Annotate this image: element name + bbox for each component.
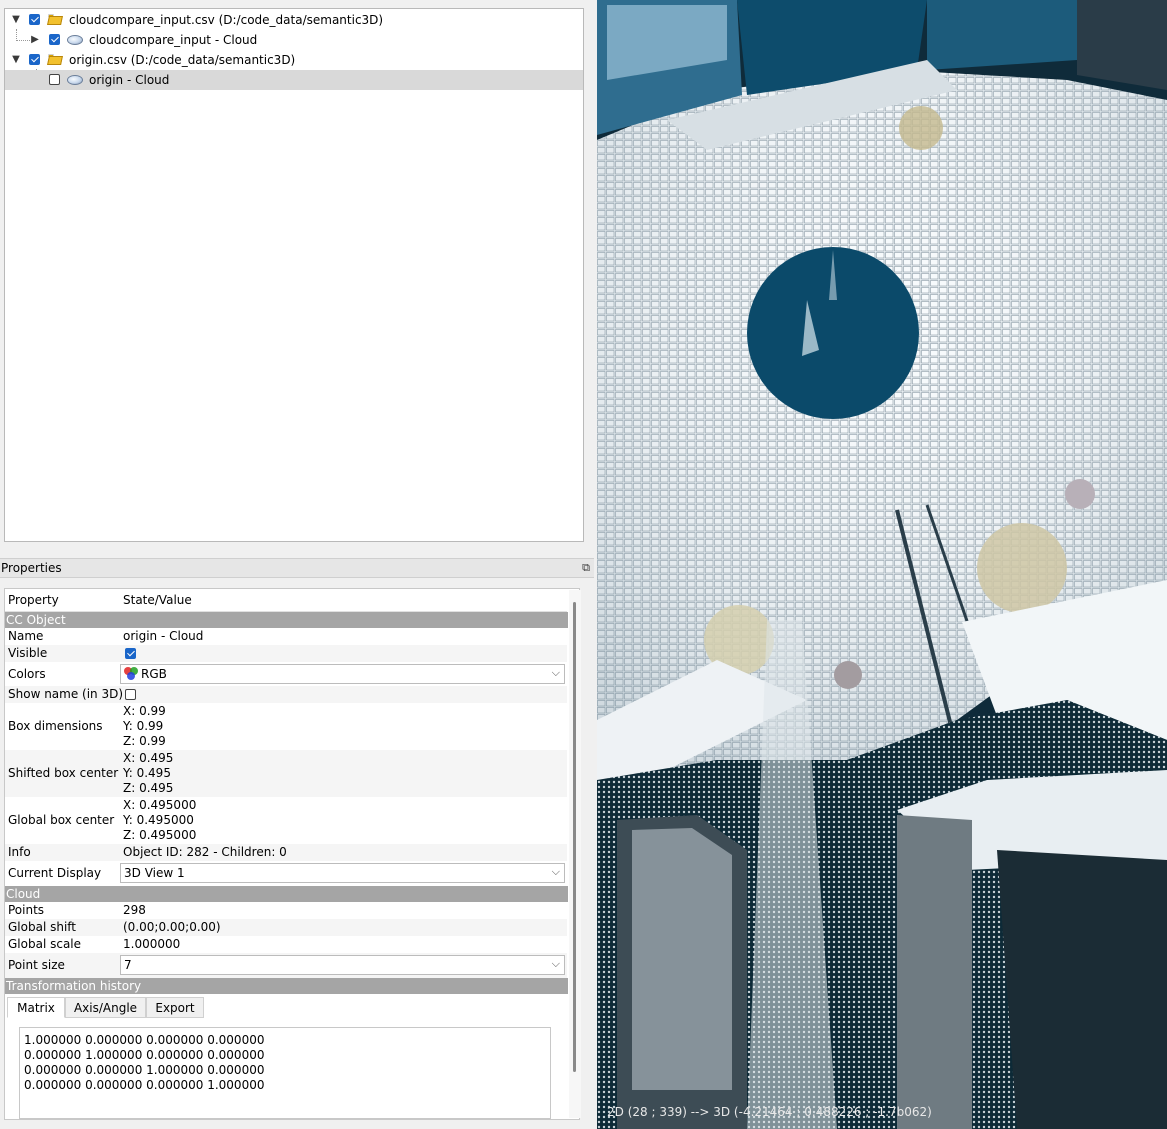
row-label: Global shift — [8, 920, 77, 934]
tree-item-label: cloudcompare_input.csv (D:/code_data/sem… — [69, 13, 384, 27]
row-label: Current Display — [8, 866, 102, 880]
colors-combo[interactable]: RGB ⌵ — [120, 664, 565, 684]
table-row: Global box center X: 0.495000 Y: 0.49500… — [5, 797, 567, 844]
global-center-x: X: 0.495000 — [123, 798, 197, 812]
points-value: 298 — [123, 903, 146, 917]
tab-matrix[interactable]: Matrix — [7, 997, 65, 1018]
tree-item-label: origin - Cloud — [89, 73, 170, 87]
row-label: Global scale — [8, 937, 82, 951]
properties-title-text: Properties — [1, 561, 62, 575]
table-row: Point size 7 ⌵ — [5, 953, 567, 978]
tree-item-cloudcompare-input-cloud[interactable]: ▶ cloudcompare_input - Cloud — [5, 30, 583, 50]
chevron-down-icon: ⌵ — [551, 666, 560, 679]
global-center-z: Z: 0.495000 — [123, 828, 197, 842]
scrollbar-thumb[interactable] — [573, 602, 576, 1072]
header-property[interactable]: Property — [8, 589, 59, 611]
table-header: Property State/Value — [5, 589, 567, 612]
row-label: Shifted box center — [8, 766, 119, 780]
row-label: Point size — [8, 958, 65, 972]
name-value[interactable]: origin - Cloud — [123, 628, 203, 645]
tab-export[interactable]: Export — [146, 997, 204, 1018]
3d-view[interactable]: 2D (28 ; 339) --> 3D (-4.21464 ; 0.48822… — [597, 0, 1167, 1129]
tab-axis-angle[interactable]: Axis/Angle — [65, 997, 146, 1018]
section-cc-object: CC Object — [5, 612, 568, 628]
table-row: Global scale 1.000000 — [5, 936, 567, 953]
box-dim-x: X: 0.99 — [123, 704, 166, 718]
table-row: Name origin - Cloud — [5, 628, 567, 645]
row-label: Info — [8, 845, 31, 859]
table-row: Info Object ID: 282 - Children: 0 — [5, 844, 567, 861]
chevron-down-icon: ⌵ — [551, 865, 560, 878]
matrix-row: 0.000000 0.000000 0.000000 1.000000 — [24, 1078, 265, 1092]
expand-right-icon[interactable]: ▶ — [30, 35, 40, 45]
chevron-down-icon: ⌵ — [551, 957, 560, 970]
matrix-row: 0.000000 1.000000 0.000000 0.000000 — [24, 1048, 265, 1062]
transformation-tabs: Matrix Axis/Angle Export — [7, 997, 567, 1019]
tree-item-label: cloudcompare_input - Cloud — [89, 33, 258, 47]
section-transformation-history: Transformation history — [5, 978, 568, 994]
matrix-row: 0.000000 0.000000 1.000000 0.000000 — [24, 1063, 265, 1077]
info-value: Object ID: 282 - Children: 0 — [123, 845, 287, 859]
row-label: Visible — [8, 646, 48, 660]
visible-checkbox[interactable] — [125, 648, 136, 659]
expand-down-icon[interactable]: ▼ — [11, 55, 21, 65]
section-cloud: Cloud — [5, 886, 568, 902]
rgb-icon — [124, 667, 138, 681]
point-cloud-render[interactable] — [597, 0, 1167, 1129]
header-value[interactable]: State/Value — [123, 589, 192, 611]
table-row: Current Display 3D View 1 ⌵ — [5, 861, 567, 885]
global-center-y: Y: 0.495000 — [123, 813, 194, 827]
properties-table[interactable]: Property State/Value CC Object Name orig… — [4, 588, 580, 1120]
row-label: Points — [8, 903, 45, 917]
box-dim-z: Z: 0.99 — [123, 734, 166, 748]
point-cloud-icon — [67, 35, 83, 45]
matrix-row: 1.000000 0.000000 0.000000 0.000000 — [24, 1033, 265, 1047]
expand-down-icon[interactable]: ▼ — [11, 15, 21, 25]
tree-item-origin-csv[interactable]: ▼ origin.csv (D:/code_data/semantic3D) — [5, 50, 583, 70]
current-display-value: 3D View 1 — [124, 866, 185, 880]
db-tree[interactable]: ▼ cloudcompare_input.csv (D:/code_data/s… — [4, 8, 584, 542]
table-row: Show name (in 3D) — [5, 686, 567, 703]
left-panel: ▼ cloudcompare_input.csv (D:/code_data/s… — [0, 0, 597, 1129]
row-label: Colors — [8, 667, 46, 681]
table-row: Visible — [5, 645, 567, 662]
current-display-combo[interactable]: 3D View 1 ⌵ — [120, 863, 565, 883]
tree-item-cloudcompare-input-csv[interactable]: ▼ cloudcompare_input.csv (D:/code_data/s… — [5, 10, 583, 30]
folder-icon — [47, 54, 63, 65]
colors-value: RGB — [141, 667, 167, 681]
table-row: Global shift (0.00;0.00;0.00) — [5, 919, 567, 936]
row-label: Show name (in 3D) — [8, 687, 124, 701]
table-row: Shifted box center X: 0.495 Y: 0.495 Z: … — [5, 750, 567, 797]
properties-scrollbar[interactable] — [569, 590, 581, 1118]
shifted-center-x: X: 0.495 — [123, 751, 174, 765]
visibility-checkbox[interactable] — [29, 54, 40, 65]
table-row: Points 298 — [5, 902, 567, 919]
table-row: Box dimensions X: 0.99 Y: 0.99 Z: 0.99 — [5, 703, 567, 750]
tree-item-label: origin.csv (D:/code_data/semantic3D) — [69, 53, 296, 67]
folder-icon — [47, 14, 63, 25]
shifted-center-y: Y: 0.495 — [123, 766, 171, 780]
point-cloud-icon — [67, 75, 83, 85]
shifted-center-z: Z: 0.495 — [123, 781, 174, 795]
visibility-checkbox[interactable] — [49, 34, 60, 45]
matrix-text[interactable]: 1.000000 0.000000 0.000000 0.000000 0.000… — [19, 1027, 551, 1119]
visibility-checkbox[interactable] — [49, 74, 60, 85]
row-label: Global box center — [8, 813, 115, 827]
global-shift-value: (0.00;0.00;0.00) — [123, 920, 221, 934]
float-panel-icon[interactable]: ⧉ — [582, 559, 590, 577]
point-size-value: 7 — [124, 958, 132, 972]
visibility-checkbox[interactable] — [29, 14, 40, 25]
table-row: Colors RGB ⌵ — [5, 662, 567, 686]
box-dim-y: Y: 0.99 — [123, 719, 164, 733]
point-size-combo[interactable]: 7 ⌵ — [120, 955, 565, 975]
global-scale-value: 1.000000 — [123, 937, 181, 951]
row-label: Name — [8, 629, 44, 643]
properties-panel-title: Properties ⧉ — [0, 558, 594, 578]
coordinate-readout: 2D (28 ; 339) --> 3D (-4.21464 ; 0.48822… — [607, 1105, 932, 1119]
show-name-checkbox[interactable] — [125, 689, 136, 700]
row-label: Box dimensions — [8, 719, 103, 733]
tree-item-origin-cloud[interactable]: origin - Cloud — [5, 70, 583, 90]
